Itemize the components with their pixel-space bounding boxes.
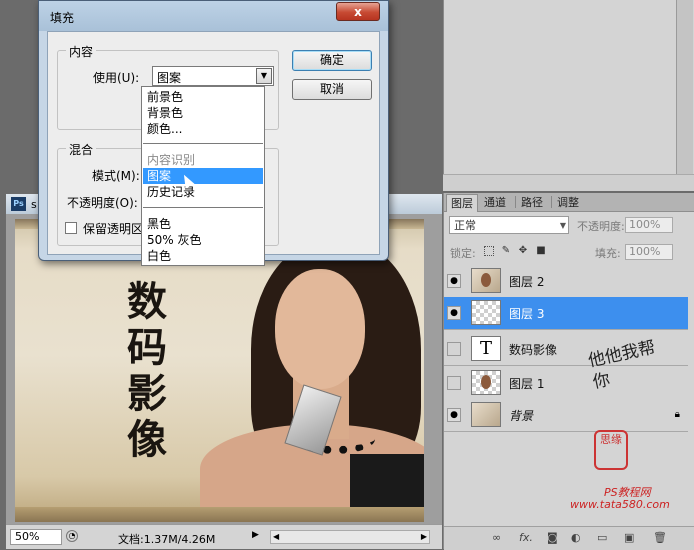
eye-icon[interactable] (447, 376, 461, 390)
brush-icon[interactable]: ✎ (501, 246, 511, 256)
fill-field[interactable]: 100% (625, 244, 673, 260)
preserve-transparency-checkbox[interactable] (65, 222, 77, 234)
blend-mode-select[interactable]: 正常 ▼ (449, 216, 569, 234)
panel-scrollbar[interactable] (676, 0, 693, 174)
status-icon[interactable]: ◔ (66, 530, 78, 542)
calligraphy-char: 码 (127, 324, 167, 371)
cancel-button[interactable]: 取消 (292, 79, 372, 100)
document-title: s (31, 198, 37, 211)
option-color[interactable]: 颜色... (143, 121, 263, 137)
chevron-right-icon[interactable]: ▶ (252, 530, 259, 540)
tab-channels[interactable]: 通道 (480, 194, 510, 211)
use-label: 使用(U): (93, 71, 140, 85)
opacity-field[interactable]: 100% (625, 217, 673, 233)
chevron-right-icon[interactable]: ▶ (421, 531, 427, 543)
text-layer-icon: T (471, 336, 501, 361)
ok-button[interactable]: 确定 (292, 50, 372, 71)
use-select-value: 图案 (157, 71, 182, 85)
layer-row[interactable]: ● 图层 3 (444, 297, 688, 330)
history-panel (443, 0, 694, 190)
calligraphy-title: 数 码 影 像 (117, 279, 177, 463)
model-dress (350, 454, 424, 514)
trash-icon[interactable]: 🗑︎ (653, 532, 667, 544)
mode-label: 模式(M): (92, 169, 140, 183)
option-background-color[interactable]: 背景色 (143, 105, 263, 121)
calligraphy-char: 影 (127, 370, 167, 417)
model-face (275, 269, 365, 389)
layers-footer: ∞ fx. ◙ ◐ ▭ ▣ 🗑︎ (444, 526, 694, 550)
layer-name: 图层 2 (509, 275, 545, 289)
scroll-edge (15, 507, 424, 522)
fill-label: 填充: (595, 247, 621, 260)
link-icon[interactable]: ∞ (492, 532, 501, 544)
new-layer-icon[interactable]: ▣ (624, 532, 634, 544)
chevron-left-icon[interactable]: ◀ (273, 531, 279, 543)
blending-group-title: 混合 (66, 141, 97, 158)
calligraphy-char: 数 (127, 278, 167, 325)
adjustment-icon[interactable]: ◐ (571, 532, 581, 544)
dialog-titlebar[interactable]: 填充 x (39, 1, 388, 31)
layer-name: 数码影像 (509, 343, 558, 357)
lock-label: 锁定: (450, 247, 476, 260)
layer-thumbnail (471, 268, 501, 293)
menu-separator (143, 143, 263, 144)
use-dropdown-list: 前景色 背景色 颜色... 内容识别 图案 历史记录 黑色 50% 灰色 白色 (141, 86, 265, 266)
layer-thumbnail (471, 370, 501, 395)
option-50-gray[interactable]: 50% 灰色 (143, 232, 263, 248)
folder-icon[interactable]: ▭ (597, 532, 607, 544)
chevron-down-icon[interactable]: ▼ (256, 68, 272, 84)
eye-icon[interactable]: ● (447, 306, 461, 320)
photoshop-icon: Ps (11, 197, 26, 211)
option-foreground-color[interactable]: 前景色 (143, 89, 263, 105)
tab-separator (515, 196, 516, 208)
status-bar: 50% ◔ 文档:1.37M/4.26M ▶ ◀ ▶ (6, 524, 442, 549)
zoom-field[interactable]: 50% (10, 529, 62, 545)
seal-stamp: 思缘 (594, 430, 628, 470)
option-pattern[interactable]: 图案 (143, 168, 263, 184)
tab-paths[interactable]: 路径 (517, 194, 547, 211)
dialog-title: 填充 (50, 11, 75, 25)
layer-name: 图层 3 (509, 307, 545, 321)
chevron-down-icon: ▼ (559, 221, 566, 230)
watermark-text: 他他我帮你 (586, 337, 658, 393)
contents-group-title: 内容 (66, 43, 97, 60)
layers-panel-tabs: 图层 通道 路径 调整 (444, 193, 694, 212)
option-white[interactable]: 白色 (143, 248, 263, 264)
calligraphy-char: 像 (127, 416, 167, 463)
watermark: 他他我帮你 思缘 (587, 338, 680, 487)
document-info: 文档:1.37M/4.26M (118, 533, 216, 546)
layer-row[interactable]: ● 图层 2 (444, 265, 688, 298)
preserve-transparency-label: 保留透明区 (83, 222, 144, 236)
blend-mode-value: 正常 (454, 219, 476, 232)
opacity-label: 不透明度(O): (67, 196, 138, 210)
use-select[interactable]: 图案 ▼ (152, 66, 274, 86)
watermark-url: www.tata580.com (570, 498, 670, 511)
lock-transparency-icon[interactable] (484, 246, 494, 256)
tab-adjustments[interactable]: 调整 (553, 194, 583, 211)
lock-icon[interactable]: ■ (536, 246, 546, 256)
eye-icon[interactable] (447, 342, 461, 356)
opacity-label: 不透明度: (577, 220, 625, 233)
layer-name: 图层 1 (509, 377, 545, 391)
move-icon[interactable]: ✥ (518, 246, 528, 256)
fx-icon[interactable]: fx. (519, 532, 533, 544)
layer-thumbnail (471, 300, 501, 325)
layer-thumbnail (471, 402, 501, 427)
tab-separator (551, 196, 552, 208)
option-content-aware[interactable]: 内容识别 (143, 152, 263, 168)
close-button[interactable]: x (336, 2, 380, 21)
eye-icon[interactable]: ● (447, 408, 461, 422)
panel-footer (443, 174, 694, 362)
eye-icon[interactable]: ● (447, 274, 461, 288)
horizontal-scrollbar[interactable]: ◀ ▶ (270, 530, 430, 544)
tab-layers[interactable]: 图层 (446, 194, 478, 212)
menu-separator (143, 207, 263, 208)
option-black[interactable]: 黑色 (143, 216, 263, 232)
layer-name: 背景 (509, 409, 534, 423)
mask-icon[interactable]: ◙ (547, 532, 558, 544)
option-history[interactable]: 历史记录 (143, 184, 263, 200)
